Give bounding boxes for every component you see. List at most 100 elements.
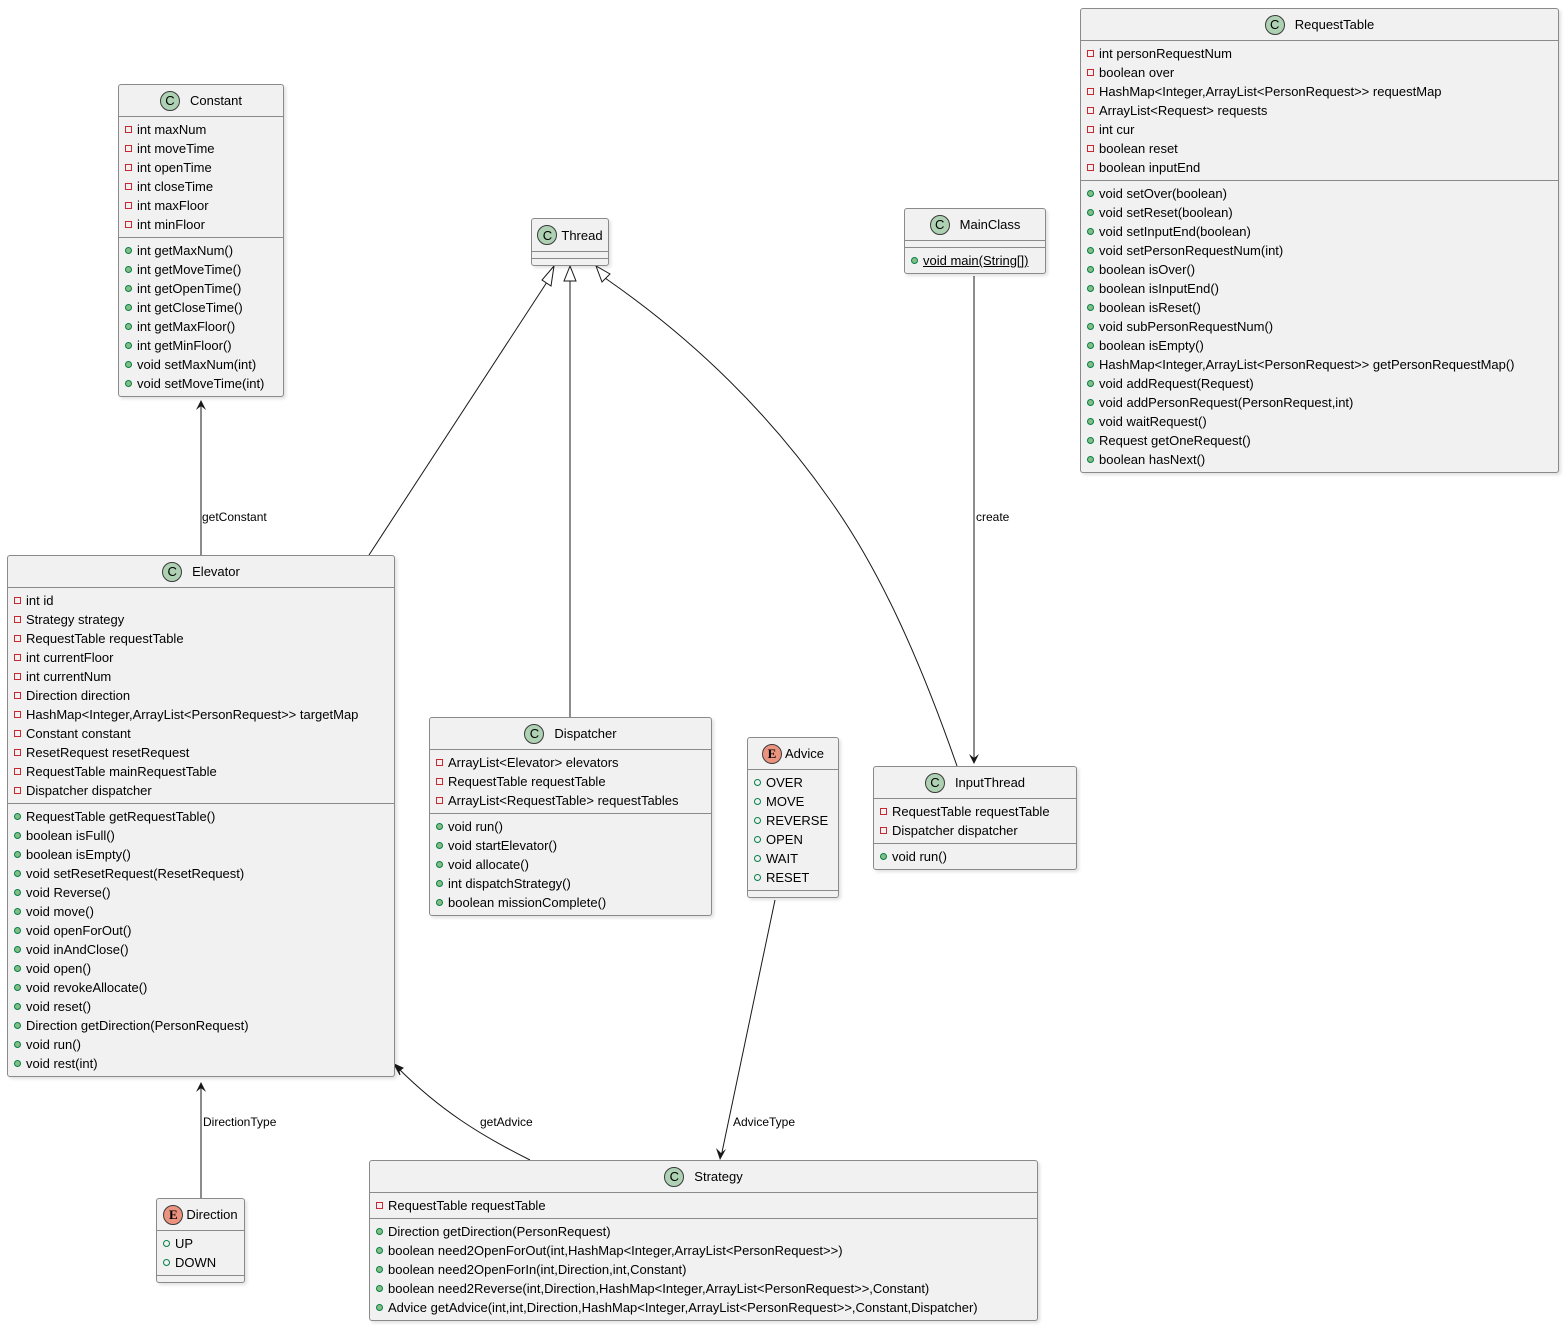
enum-constant-row-text: OPEN xyxy=(766,832,803,847)
class-strategy[interactable]: C Strategy RequestTable requestTable Dir… xyxy=(369,1160,1038,1321)
public-visibility-icon xyxy=(376,1304,383,1311)
method-row-text: int getMinFloor() xyxy=(137,338,232,353)
private-visibility-icon xyxy=(376,1202,383,1209)
class-constant[interactable]: C Constant int maxNum int moveTime int ope… xyxy=(118,84,284,397)
method-row-text: void run() xyxy=(448,819,503,834)
method-row-text: void run() xyxy=(892,849,947,864)
field-row: ArrayList<Request> requests xyxy=(1081,101,1558,120)
field-row: boolean inputEnd xyxy=(1081,158,1558,177)
public-visibility-icon xyxy=(14,889,21,896)
private-visibility-icon xyxy=(436,759,443,766)
field-row-text: RequestTable requestTable xyxy=(448,774,606,789)
private-visibility-icon xyxy=(880,808,887,815)
method-row: void allocate() xyxy=(430,855,711,874)
method-row-text: int getOpenTime() xyxy=(137,281,242,296)
method-row: void addRequest(Request) xyxy=(1081,374,1558,393)
methods-section: int getMaxNum() int getMoveTime() int getO… xyxy=(119,238,283,396)
method-row: int getMaxNum() xyxy=(119,241,283,260)
public-visibility-icon xyxy=(1087,380,1094,387)
method-row-text: boolean need2OpenForOut(int,HashMap<Inte… xyxy=(388,1243,843,1258)
field-row: int maxFloor xyxy=(119,196,283,215)
method-row: Advice getAdvice(int,int,Direction,HashM… xyxy=(370,1298,1037,1317)
enum-name: Direction xyxy=(186,1207,238,1222)
method-row-text: void setReset(boolean) xyxy=(1099,205,1233,220)
enum-constant-row-text: OVER xyxy=(766,775,803,790)
enum-constant-row-text: REVERSE xyxy=(766,813,829,828)
class-dispatcher[interactable]: C Dispatcher ArrayList<Elevator> elevato… xyxy=(429,717,712,916)
public-visibility-icon xyxy=(1087,418,1094,425)
public-visibility-icon xyxy=(1087,304,1094,311)
field-row: Direction direction xyxy=(8,686,394,705)
class-mainclass[interactable]: C MainClass void main(String[]) xyxy=(904,208,1046,274)
method-row: void startElevator() xyxy=(430,836,711,855)
enum-constant-row: DOWN xyxy=(157,1253,244,1272)
field-row: Strategy strategy xyxy=(8,610,394,629)
class-header: C InputThread xyxy=(874,767,1076,799)
fields-section xyxy=(905,241,1045,248)
public-visibility-icon xyxy=(125,304,132,311)
method-row-text: int getMaxFloor() xyxy=(137,319,236,334)
method-row-text: int getCloseTime() xyxy=(137,300,243,315)
method-row: boolean isReset() xyxy=(1081,298,1558,317)
field-row: boolean reset xyxy=(1081,139,1558,158)
class-header: C Strategy xyxy=(370,1161,1037,1193)
method-row: boolean isFull() xyxy=(8,826,394,845)
private-visibility-icon xyxy=(436,797,443,804)
private-visibility-icon xyxy=(14,749,21,756)
field-row: int closeTime xyxy=(119,177,283,196)
class-name: InputThread xyxy=(954,775,1026,790)
enum-advice[interactable]: E Advice OVER MOVE REVERSE OPEN WAIT RESET xyxy=(747,737,839,898)
fields-section: ArrayList<Elevator> elevators RequestTabl… xyxy=(430,750,711,814)
class-header: C Dispatcher xyxy=(430,718,711,750)
method-row: void Reverse() xyxy=(8,883,394,902)
fields-section: int maxNum int moveTime int openTime int cl… xyxy=(119,117,283,238)
method-row-text: void startElevator() xyxy=(448,838,558,853)
enum-constant-icon xyxy=(754,855,761,862)
method-row-text: boolean isOver() xyxy=(1099,262,1196,277)
method-row-text: void subPersonRequestNum() xyxy=(1099,319,1274,334)
enum-direction[interactable]: E Direction UP DOWN xyxy=(156,1198,245,1283)
private-visibility-icon xyxy=(14,692,21,699)
method-row: void reset() xyxy=(8,997,394,1016)
public-visibility-icon xyxy=(14,965,21,972)
enum-header: E Direction xyxy=(157,1199,244,1231)
class-badge-icon: C xyxy=(162,561,183,582)
field-row-text: ResetRequest resetRequest xyxy=(26,745,190,760)
field-row-text: RequestTable mainRequestTable xyxy=(26,764,217,779)
field-row-text: RequestTable requestTable xyxy=(892,804,1050,819)
public-visibility-icon xyxy=(376,1285,383,1292)
class-header: C MainClass xyxy=(905,209,1045,241)
field-row-text: int maxFloor xyxy=(137,198,209,213)
private-visibility-icon xyxy=(1087,126,1094,133)
method-row: void setMoveTime(int) xyxy=(119,374,283,393)
class-badge-icon: C xyxy=(664,1166,685,1187)
private-visibility-icon xyxy=(1087,107,1094,114)
enum-constant-icon xyxy=(754,874,761,881)
method-row: void setMaxNum(int) xyxy=(119,355,283,374)
method-row: boolean isEmpty() xyxy=(8,845,394,864)
public-visibility-icon xyxy=(125,323,132,330)
class-thread[interactable]: C Thread xyxy=(531,218,609,266)
method-row-text: HashMap<Integer,ArrayList<PersonRequest>… xyxy=(1099,357,1515,372)
method-row-text: boolean need2Reverse(int,Direction,HashM… xyxy=(388,1281,930,1296)
enum-constant-row-text: MOVE xyxy=(766,794,805,809)
public-visibility-icon xyxy=(1087,266,1094,273)
edge-dispatcher-thread xyxy=(563,264,577,717)
method-row-text: boolean missionComplete() xyxy=(448,895,607,910)
class-elevator[interactable]: C Elevator int id Strategy strategy Reques… xyxy=(7,555,395,1077)
field-row: RequestTable mainRequestTable xyxy=(8,762,394,781)
public-visibility-icon xyxy=(14,984,21,991)
public-visibility-icon xyxy=(1087,228,1094,235)
fields-section: RequestTable requestTable xyxy=(370,1193,1037,1219)
method-row: Request getOneRequest() xyxy=(1081,431,1558,450)
fields-section xyxy=(532,252,608,259)
field-row: int personRequestNum xyxy=(1081,44,1558,63)
public-visibility-icon xyxy=(14,1022,21,1029)
private-visibility-icon xyxy=(14,597,21,604)
class-inputthread[interactable]: C InputThread RequestTable requestTable D… xyxy=(873,766,1077,870)
field-row-text: Dispatcher dispatcher xyxy=(892,823,1018,838)
field-row-text: HashMap<Integer,ArrayList<PersonRequest>… xyxy=(26,707,359,722)
field-row: int maxNum xyxy=(119,120,283,139)
class-requesttable[interactable]: C RequestTable int personRequestNum boole… xyxy=(1080,8,1559,473)
method-row: void run() xyxy=(874,847,1076,866)
